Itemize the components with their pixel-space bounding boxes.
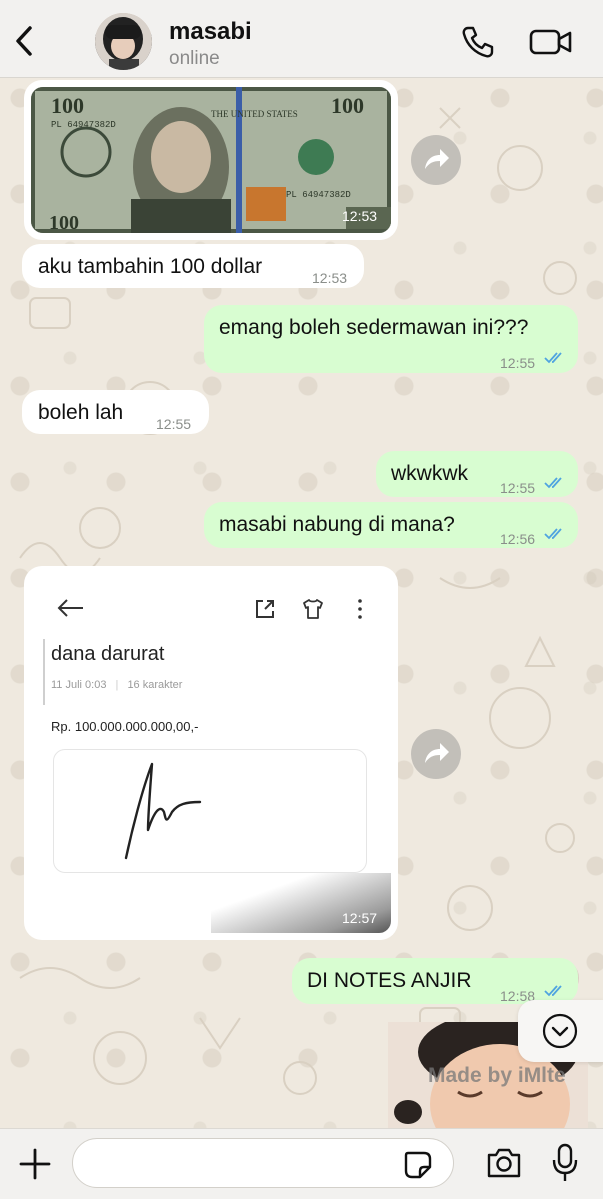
message-text: masabi nabung di mana?: [219, 513, 455, 536]
note-meta-divider: |: [115, 679, 119, 691]
chat-header: masabi online: [0, 0, 603, 78]
signature-box: [53, 749, 367, 873]
read-ticks-icon: [544, 352, 562, 364]
svg-text:100: 100: [49, 212, 79, 233]
svg-text:THE UNITED STATES: THE UNITED STATES: [211, 109, 298, 119]
sticker-watermark: Made by iMlte: [428, 1064, 566, 1087]
camera-icon: [487, 1148, 521, 1178]
note-date: 11 Juli 0:03: [51, 679, 107, 691]
outgoing-message[interactable]: DI NOTES ANJIR 12:58: [292, 958, 578, 1004]
message-time: 12:53: [342, 208, 378, 224]
arrow-left-icon: [57, 599, 83, 617]
note-title: dana darurat: [51, 643, 165, 665]
more-options-icon: [358, 599, 362, 619]
message-time: 12:55: [500, 355, 536, 371]
sticker-button[interactable]: [402, 1149, 434, 1181]
outgoing-message[interactable]: wkwkwk 12:55: [376, 451, 578, 497]
dollar-bill-icon: 100 100 100 THE UNITED STATES PL 6494738…: [31, 87, 391, 233]
message-time: 12:55: [500, 480, 536, 496]
image-message-dollar[interactable]: 100 100 100 THE UNITED STATES PL 6494738…: [24, 80, 398, 240]
note-margin-line: [43, 639, 45, 705]
contact-name[interactable]: masabi: [169, 18, 252, 46]
composer-bar: [0, 1128, 603, 1199]
scroll-to-bottom-button[interactable]: [518, 1000, 603, 1062]
forward-button[interactable]: [411, 729, 461, 779]
outgoing-message[interactable]: emang boleh sedermawan ini??? 12:55: [204, 305, 578, 373]
message-text: wkwkwk: [391, 462, 468, 485]
video-camera-icon: [529, 29, 572, 55]
share-icon: [256, 600, 274, 618]
forward-arrow-icon: [425, 149, 449, 169]
svg-text:PL 64947382D: PL 64947382D: [286, 190, 351, 200]
message-text: emang boleh sedermawan ini???: [219, 316, 529, 339]
message-time: 12:53: [312, 270, 348, 286]
svg-text:100: 100: [331, 93, 364, 118]
camera-button[interactable]: [485, 1145, 523, 1181]
sticker-icon: [404, 1151, 432, 1179]
note-body: Rp. 100.000.000.000,00,-: [51, 719, 199, 734]
read-ticks-icon: [544, 477, 562, 489]
contact-status: online: [169, 48, 220, 69]
shirt-icon: [303, 599, 323, 619]
plus-icon: [19, 1148, 51, 1180]
note-meta: 11 Juli 0:03 | 16 karakter: [51, 679, 182, 691]
forward-button[interactable]: [411, 135, 461, 185]
attach-button[interactable]: [18, 1147, 52, 1181]
svg-text:100: 100: [51, 93, 84, 118]
signature-icon: [124, 762, 202, 860]
chevron-down-circle-icon: [542, 1013, 578, 1049]
note-chars: 16 karakter: [127, 679, 183, 691]
message-time: 12:55: [156, 416, 192, 432]
svg-text:PL 64947382D: PL 64947382D: [51, 120, 116, 130]
image-message-notes[interactable]: dana darurat 11 Juli 0:03 | 16 karakter …: [24, 566, 398, 940]
message-text: aku tambahin 100 dollar: [38, 255, 263, 278]
back-button[interactable]: [10, 20, 40, 60]
message-text: DI NOTES ANJIR: [307, 969, 472, 992]
incoming-message[interactable]: boleh lah 12:55: [22, 390, 209, 434]
message-time: 12:57: [342, 910, 378, 926]
microphone-button[interactable]: [551, 1143, 579, 1183]
incoming-message[interactable]: aku tambahin 100 dollar 12:53: [22, 244, 364, 288]
chevron-left-icon: [16, 26, 32, 56]
notes-screenshot-image[interactable]: dana darurat 11 Juli 0:03 | 16 karakter …: [31, 573, 391, 933]
video-call-button[interactable]: [528, 26, 574, 58]
hundred-dollar-bill-image[interactable]: 100 100 100 THE UNITED STATES PL 6494738…: [31, 87, 391, 233]
contact-avatar[interactable]: [95, 13, 152, 70]
message-input[interactable]: [72, 1138, 454, 1188]
outgoing-message[interactable]: masabi nabung di mana? 12:56: [204, 502, 578, 548]
phone-icon: [462, 26, 494, 58]
read-ticks-icon: [544, 528, 562, 540]
avatar-photo-icon: [95, 13, 152, 70]
read-ticks-icon: [544, 985, 562, 997]
microphone-icon: [552, 1143, 578, 1181]
message-text: boleh lah: [38, 401, 124, 424]
message-time: 12:56: [500, 531, 536, 547]
forward-arrow-icon: [425, 743, 449, 763]
voice-call-button[interactable]: [460, 24, 496, 60]
